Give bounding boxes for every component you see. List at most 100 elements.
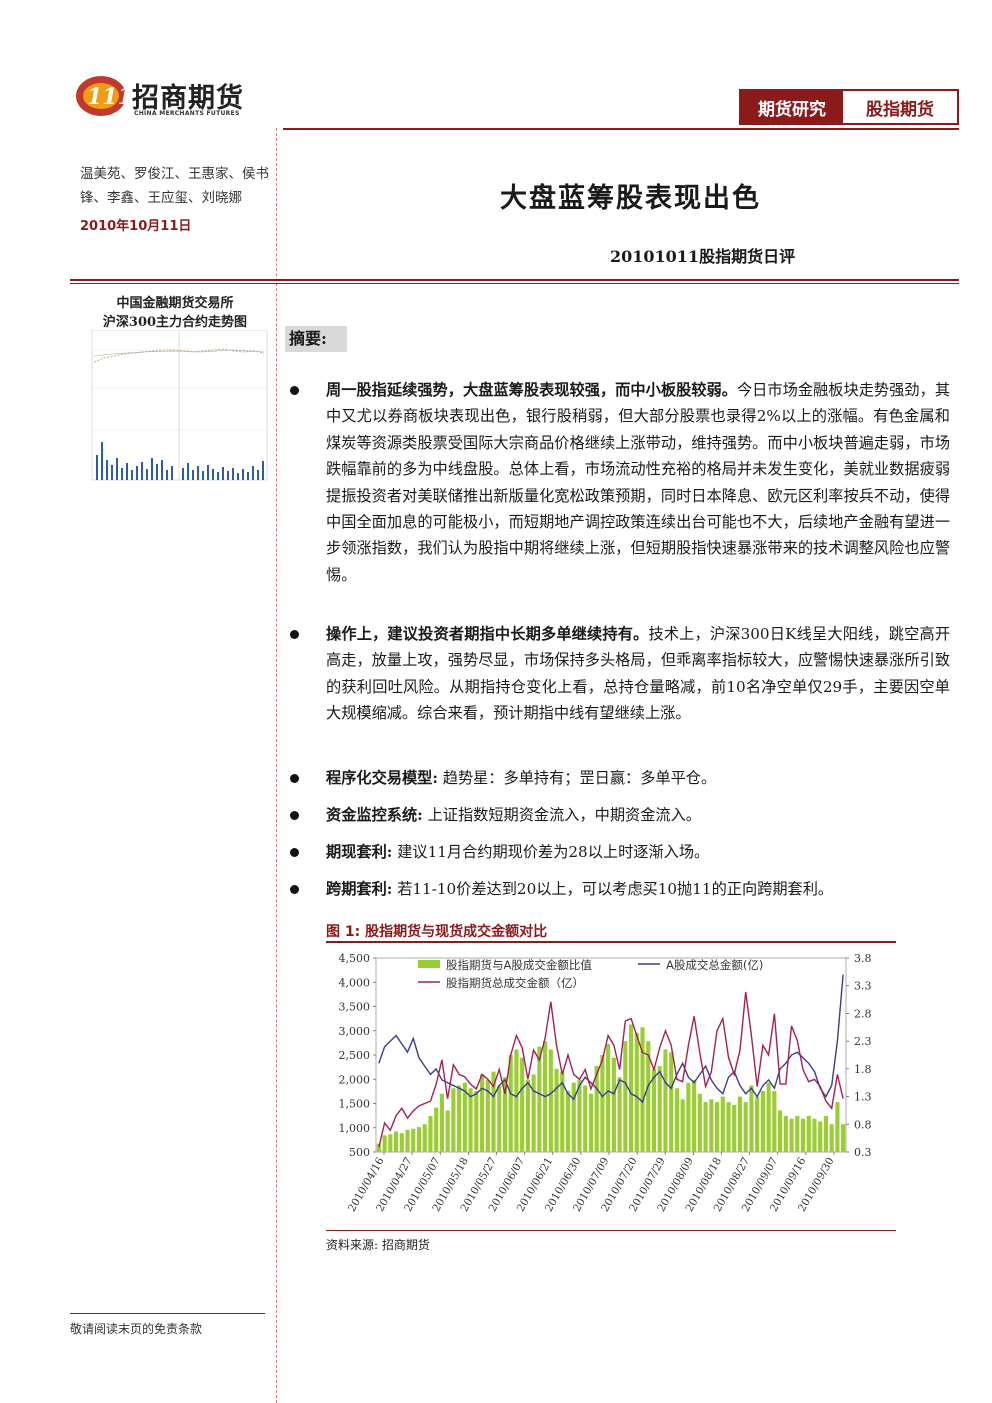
right-axis-tick-label: 2.3 [854,1035,872,1048]
summary-bullets: 周一股指延续强势，大盘蓝筹股表现较强，而中小板股较弱。今日市场金融板块走势强劲，… [290,377,950,913]
ratio-bar [835,1102,840,1152]
ratio-bar [749,1085,754,1152]
ratio-bar [388,1134,393,1152]
ratio-bar [600,1055,605,1152]
left-axis-tick-label: 2,000 [339,1073,371,1086]
page-subtitle: 20101011股指期货日评 [610,247,796,266]
bullet-dot-icon [290,811,299,820]
ratio-bar [789,1118,794,1152]
legend-label: 股指期货总成交金额（亿） [446,976,584,990]
ratio-bar [474,1091,479,1152]
logo-emblem-icon: 111 [76,76,128,116]
summary-bullet: 跨期套利: 若11-10价差达到20以上，可以考虑买10抛11的正向跨期套利。 [290,876,950,902]
ratio-bar [434,1107,439,1152]
right-axis-tick-label: 0.8 [854,1118,872,1131]
mini-chart-title: 中国金融期货交易所 沪深300主力合约走势图 [80,294,270,332]
left-axis-tick-label: 3,000 [339,1025,371,1038]
ratio-bar [634,1032,639,1152]
bullet-dot-icon [290,848,299,857]
ratio-bar [525,1079,530,1152]
ratio-bar [468,1088,473,1152]
ratio-bar [795,1115,800,1152]
right-axis-tick-label: 3.3 [854,980,872,993]
ratio-bar [439,1093,444,1152]
ratio-bar [479,1074,485,1152]
ratio-bar [829,1124,834,1152]
ratio-bar [743,1102,748,1152]
ratio-bar [399,1133,404,1152]
ratio-bar [818,1121,823,1152]
ratio-bar [812,1118,817,1152]
bullet-body: 趋势星：多单持有；罡日赢：多单平仓。 [442,769,717,787]
bullet-lead: 周一股指延续强势，大盘蓝筹股表现较强，而中小板股较弱。 [326,381,737,399]
bullet-body: 今日市场金融板块走势强劲，其中又尤以券商板块表现出色，银行股稍弱，但大部分股票也… [326,381,951,584]
ratio-bar [422,1124,427,1152]
summary-label: 摘要: [285,326,347,352]
ratio-bar [445,1110,450,1152]
ratio-bar [640,1027,645,1152]
right-axis-tick-label: 1.8 [854,1063,872,1076]
figure-rule-bottom [326,1230,896,1231]
ratio-bar [720,1096,725,1152]
ratio-bar [623,1041,628,1152]
ratio-bar [766,1082,771,1152]
ratio-bar [588,1093,594,1152]
mini-chart [91,330,268,481]
ratio-bar [565,1091,571,1152]
ratio-bar [520,1057,525,1152]
ratio-bar [657,1066,662,1152]
right-axis-tick-label: 1.3 [854,1091,872,1104]
ratio-bar [692,1079,697,1152]
legend-label: 股指期货与A股成交金额比值 [446,958,592,972]
bullet-body: 建议11月合约期现价差为28以上时逐渐入场。 [397,843,710,861]
ratio-bar [428,1115,433,1152]
bullet-dot-icon [290,386,299,395]
bullet-dot-icon [290,774,299,783]
turnover-comparison-chart: 500 1,000 1,500 2,000 2,500 3,000 3,500 4,000 4,… [339,952,872,1214]
ratio-bar [393,1131,399,1152]
ratio-bar [451,1088,456,1152]
ratio-bar [411,1128,416,1152]
company-logo: 111 招商期货 CHINA MERCHANTS FUTURES [74,72,274,128]
mini-chart-volume-bars [96,442,264,480]
ratio-bar [571,1082,576,1152]
disclaimer-note: 敬请阅读末页的免责条款 [70,1322,203,1336]
title-rule-thin [70,283,959,284]
ratio-bar [617,1077,622,1152]
left-axis-tick-label: 2,500 [339,1049,371,1062]
ratio-bar [548,1049,553,1152]
mini-chart-title-line-1: 中国金融期货交易所 [116,296,234,311]
ratio-bar [554,1068,559,1152]
bullet-dot-icon [290,885,299,894]
ratio-bar [405,1129,410,1152]
figure-source: 资料来源: 招商期货 [326,1238,430,1252]
bullet-dot-icon [290,630,299,639]
ratio-bar [772,1091,777,1152]
report-date: 2010年10月11日 [80,219,192,234]
bullet-lead: 跨期套利: [326,880,393,898]
summary-bullet: 期现套利: 建议11月合约期现价差为28以上时逐渐入场。 [290,839,950,865]
svg-text:111: 111 [87,84,128,110]
ratio-bar [806,1115,811,1152]
summary-bullet: 资金监控系统: 上证指数短期资金流入，中期资金流入。 [290,802,950,828]
bullet-lead: 程序化交易模型: [326,769,438,787]
ratio-bar [611,1057,616,1152]
sidebar-divider [276,128,277,1403]
ratio-bar [732,1104,737,1152]
bullet-lead: 操作上，建议投资者期指中长期多单继续持有。 [326,625,649,643]
right-axis-tick-label: 0.3 [854,1146,872,1159]
ratio-bar [514,1049,519,1152]
left-axis-tick-label: 500 [349,1146,370,1159]
legend-swatch [418,960,440,968]
ratio-bar [628,1024,634,1152]
ratio-bar [651,1068,657,1152]
ratio-bar [778,1110,783,1152]
ratio-bar [497,1085,502,1152]
category-tabs: 期货研究 股指期货 [739,89,959,125]
ratio-bar [686,1082,691,1152]
ratio-bar [382,1135,387,1152]
ratio-bar [674,1088,679,1152]
ratio-bar [755,1096,760,1152]
ratio-bar [800,1118,806,1152]
a-share-turnover-line [378,974,844,1104]
